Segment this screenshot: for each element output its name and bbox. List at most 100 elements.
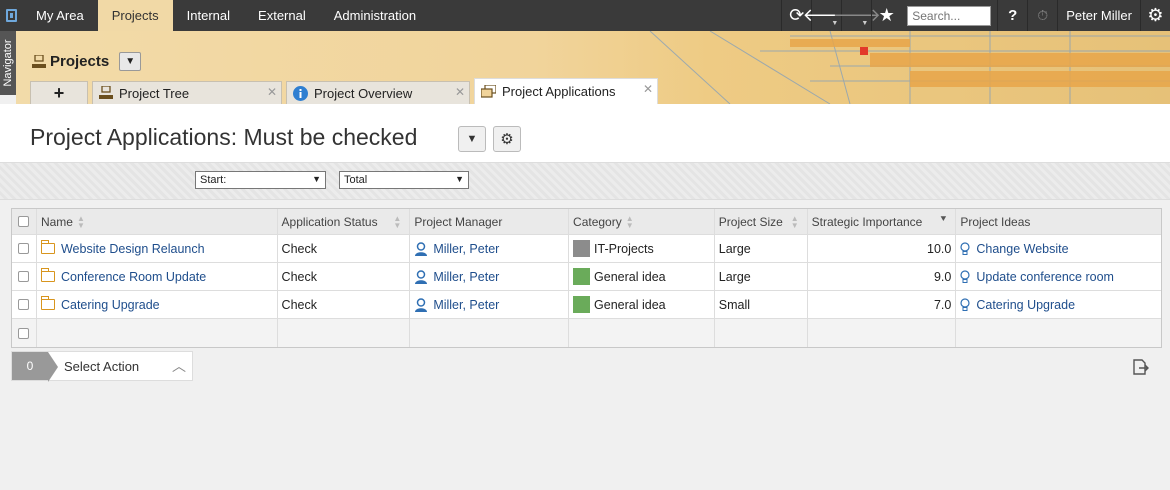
caret-down-icon: ▼ <box>455 174 464 184</box>
module-title: Projects ▼ <box>32 52 142 71</box>
application-status: Check <box>278 235 411 262</box>
column-header-project-ideas[interactable]: Project Ideas <box>956 209 1161 234</box>
banner-decoration <box>649 31 1170 104</box>
selected-count-badge: 0 <box>12 352 58 382</box>
folder-icon <box>40 268 55 282</box>
project-name-link[interactable]: Conference Room Update <box>61 270 206 284</box>
table-row[interactable]: Conference Room Update Check Miller, Pet… <box>12 263 1161 291</box>
project-size: Small <box>715 291 808 318</box>
user-icon <box>415 269 428 284</box>
close-icon[interactable]: ✕ <box>643 82 653 96</box>
project-name-link[interactable]: Catering Upgrade <box>61 298 160 312</box>
column-header-project-size[interactable]: Project Size ▲ ▼ <box>715 209 808 234</box>
project-idea-link[interactable]: Update conference room <box>976 270 1114 284</box>
column-header-project-manager[interactable]: Project Manager <box>410 209 570 234</box>
sort-icon: ▲ ▼ <box>76 213 85 230</box>
start-filter-select[interactable]: Start: ▼ <box>195 171 326 189</box>
lightbulb-icon <box>960 241 970 255</box>
forward-arrow-icon[interactable]: 🡒 ▼ <box>833 0 881 31</box>
table-row[interactable]: Catering Upgrade Check Miller, Peter Gen… <box>12 291 1161 319</box>
settings-gear-icon[interactable]: ⚙ <box>1140 0 1170 31</box>
select-action-dropdown[interactable]: Select Action ︿ <box>48 352 192 380</box>
project-tree-icon <box>32 54 46 68</box>
nav-tab-internal[interactable]: Internal <box>173 0 244 31</box>
view-settings-gear-icon[interactable]: ⚙ <box>493 126 521 152</box>
application-status: Check <box>278 263 411 290</box>
applications-grid: Name ▲ ▼ Application Status ▲ ▼ Project Mana… <box>11 208 1162 348</box>
sort-icon: ▲ ▼ <box>393 214 402 230</box>
column-header-strategic-importance[interactable]: Strategic Importance ⯆ <box>808 209 957 234</box>
folder-icon <box>40 240 55 254</box>
help-icon[interactable]: ? <box>997 0 1027 31</box>
info-icon <box>293 85 308 101</box>
tab-project-applications[interactable]: Project Applications ✕ <box>474 78 658 104</box>
favorites-star-icon[interactable]: ★ <box>871 0 901 31</box>
column-header-name[interactable]: Name ▲ ▼ <box>37 209 278 234</box>
stopwatch-icon[interactable]: ⏱ <box>1027 0 1057 31</box>
folder-icon <box>40 296 55 310</box>
total-filter-select[interactable]: Total ▼ <box>339 171 469 189</box>
view-dropdown-button[interactable]: ▼ <box>458 126 486 152</box>
applications-icon <box>481 85 496 98</box>
action-bar: 0 Select Action ︿ <box>11 351 193 382</box>
project-idea-link[interactable]: Catering Upgrade <box>976 298 1075 312</box>
column-header-category[interactable]: Category ▲ ▼ <box>569 209 715 234</box>
user-name[interactable]: Peter Miller <box>1057 0 1140 31</box>
row-checkbox[interactable] <box>18 243 30 254</box>
column-header-application-status[interactable]: Application Status ▲ ▼ <box>278 209 411 234</box>
strategic-importance: 10.0 <box>808 235 957 262</box>
add-tab-button[interactable]: + <box>30 81 88 104</box>
top-nav-bar: My Area Projects Internal External Admin… <box>0 0 1170 31</box>
table-row[interactable]: Website Design Relaunch Check Miller, Pe… <box>12 235 1161 263</box>
caret-down-icon: ▼ <box>312 174 321 184</box>
row-checkbox[interactable] <box>18 299 30 310</box>
strategic-importance: 9.0 <box>808 263 957 290</box>
project-size: Large <box>715 263 808 290</box>
close-icon[interactable]: ✕ <box>267 85 277 99</box>
application-status: Check <box>278 291 411 318</box>
page-header: Project Applications: Must be checked ▼ … <box>0 104 1170 162</box>
module-title-label: Projects <box>50 53 110 70</box>
category-color-swatch <box>573 268 591 285</box>
tab-project-tree[interactable]: Project Tree ✕ <box>92 81 282 104</box>
nav-tab-my-area[interactable]: My Area <box>22 0 98 31</box>
user-icon <box>415 297 428 312</box>
category: General idea <box>594 269 666 284</box>
row-checkbox[interactable] <box>18 271 30 282</box>
filter-bar: Start: ▼ Total ▼ <box>0 162 1170 200</box>
sort-icon: ▲ ▼ <box>790 214 799 230</box>
project-idea-link[interactable]: Change Website <box>976 242 1068 256</box>
category: IT-Projects <box>594 241 654 256</box>
page-title: Project Applications: Must be checked <box>30 124 418 150</box>
chevron-up-icon: ︿ <box>172 358 186 374</box>
nav-tab-projects[interactable]: Projects <box>97 0 173 31</box>
select-all-checkbox[interactable] <box>18 216 30 227</box>
close-icon[interactable]: ✕ <box>455 85 465 99</box>
lightbulb-icon <box>960 297 970 311</box>
app-logo-icon[interactable] <box>0 0 22 31</box>
tab-strip: + Project Tree ✕ Project Overview ✕ Proj… <box>30 78 662 104</box>
grid-footer-row <box>12 319 1161 347</box>
category-color-swatch <box>573 240 591 257</box>
strategic-importance: 7.0 <box>808 291 957 318</box>
nav-tab-external[interactable]: External <box>244 0 320 31</box>
sort-icon: ▲ ▼ <box>625 213 634 230</box>
footer-checkbox[interactable] <box>18 327 30 339</box>
export-icon[interactable] <box>1131 358 1149 376</box>
project-tree-icon <box>99 86 113 99</box>
project-name-link[interactable]: Website Design Relaunch <box>61 242 205 256</box>
category: General idea <box>594 297 666 312</box>
project-manager-link[interactable]: Miller, Peter <box>433 242 499 256</box>
module-menu-dropdown[interactable]: ▼ <box>119 52 142 71</box>
lightbulb-icon <box>960 269 970 283</box>
user-icon <box>415 241 428 256</box>
project-manager-link[interactable]: Miller, Peter <box>433 298 499 312</box>
category-color-swatch <box>573 296 591 313</box>
project-size: Large <box>715 235 808 262</box>
project-manager-link[interactable]: Miller, Peter <box>433 270 499 284</box>
navigator-toggle[interactable]: Navigator <box>0 31 16 95</box>
search-input[interactable] <box>907 5 992 26</box>
tab-project-overview[interactable]: Project Overview ✕ <box>286 81 470 104</box>
sort-descending-icon: ⯆ <box>939 214 948 225</box>
nav-tab-administration[interactable]: Administration <box>320 0 430 31</box>
